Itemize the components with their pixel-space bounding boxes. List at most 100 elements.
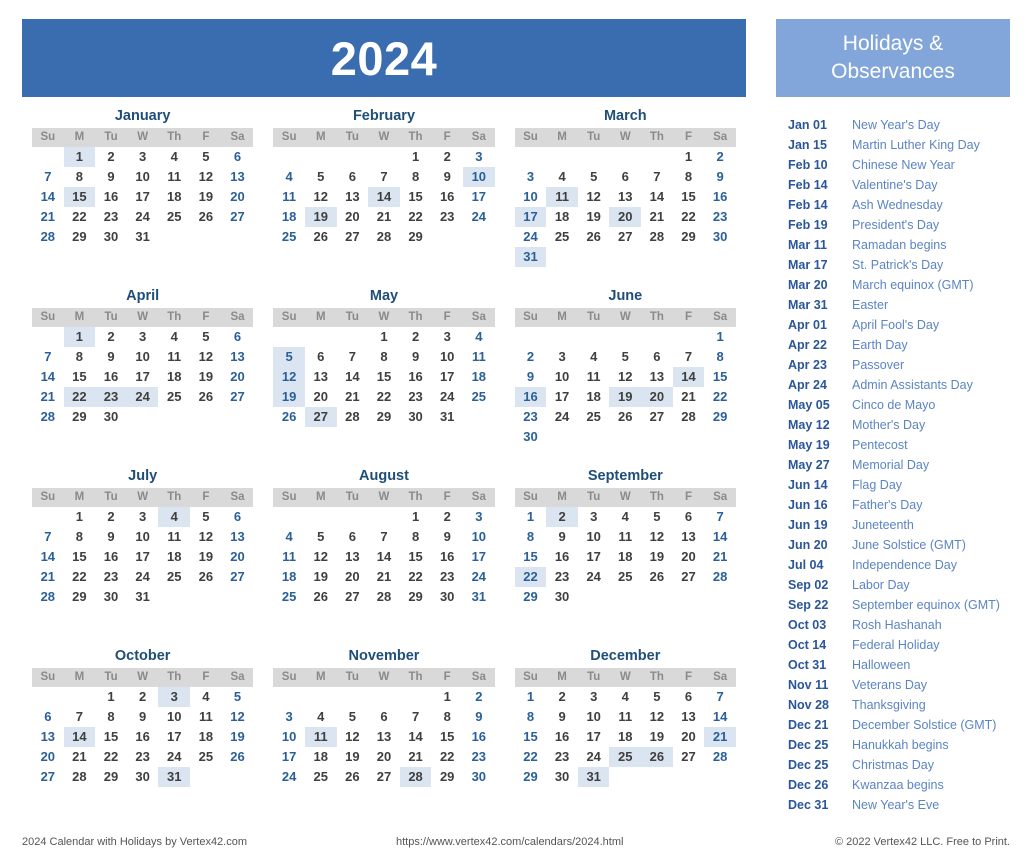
week-row: 14 15 16 17 18 19 20 (32, 186, 253, 207)
day-cell: 12 (345, 728, 360, 744)
day-cell-holiday: 31 (158, 766, 191, 787)
day-cell-empty (546, 147, 578, 167)
holiday-name: St. Patrick's Day (852, 258, 944, 272)
weekday-header-th: Th (158, 667, 191, 687)
day-cell: 4 (621, 688, 629, 704)
day-cell-empty (158, 587, 190, 607)
holiday-date: Dec 31 (788, 798, 829, 812)
holiday-date: Jan 01 (788, 118, 827, 132)
day-cell: 31 (439, 408, 455, 424)
holiday-name: June Solstice (GMT) (852, 538, 966, 552)
holiday-item: Apr 01 April Fool's Day (788, 318, 1010, 338)
day-cell-empty (578, 427, 610, 447)
footer-copyright: © 2022 Vertex42 LLC. Free to Print. (834, 836, 1010, 848)
weekday-header-sa: Sa (704, 127, 736, 147)
day-cell: 8 (75, 348, 84, 364)
day-cell: 3 (475, 508, 483, 524)
footer-url[interactable]: https://www.vertex42.com/calendars/2024.… (396, 836, 623, 848)
day-cell: 16 (471, 728, 487, 744)
month-table: Su M Tu W Th F Sa 1 2 3 4 5 6 7 8 9 10 11 12 13 14 15 16 17 18 19… (273, 127, 495, 247)
holiday-name: Christmas Day (852, 758, 934, 772)
holiday-item: Apr 22 Earth Day (788, 338, 1010, 358)
week-row: 10 11 12 13 14 15 16 (273, 726, 494, 747)
day-cell: 18 (167, 548, 182, 564)
day-cell: 8 (411, 528, 420, 544)
day-cell: 7 (716, 688, 724, 704)
day-cell: 12 (198, 348, 214, 364)
day-cell: 13 (681, 528, 696, 544)
day-cell: 29 (712, 408, 728, 424)
day-cell: 31 (135, 588, 150, 604)
month-april: April Su M Tu W Th F Sa 1 2 3 4 5 6 7 8 9 10 11 12 13 14 15 16 1… (22, 288, 263, 469)
day-cell: 4 (285, 528, 293, 544)
day-cell: 30 (103, 588, 119, 604)
weekday-header-th: Th (158, 307, 191, 327)
day-cell: 15 (439, 728, 455, 744)
day-cell: 9 (107, 168, 115, 184)
day-cell-holiday: 31 (514, 246, 547, 267)
week-row: 1 2 3 (273, 507, 494, 527)
week-row: 28 29 30 31 (32, 227, 253, 247)
weekday-header-row: Su M Tu W Th F Sa (273, 307, 495, 327)
day-cell: 16 (103, 188, 119, 204)
holiday-item: Oct 31 Halloween (788, 658, 1010, 678)
holiday-item: Jun 19 Juneteenth (788, 518, 1010, 538)
month-march: March Su M Tu W Th F Sa 1 2 3 4 5 6 7 8 9 10 11 12 13 14 15 16 1… (505, 108, 746, 289)
month-name: August (359, 468, 409, 484)
weekday-header-sa: Sa (462, 127, 495, 147)
day-cell-empty (463, 227, 495, 247)
day-cell: 6 (684, 688, 693, 704)
month-january: January Su M Tu W Th F Sa 1 2 3 4 5 6 7 8 9 10 11 12 13 14 15 1… (22, 108, 263, 289)
day-cell: 10 (471, 528, 487, 544)
day-cell: 13 (376, 728, 392, 744)
day-cell: 24 (471, 208, 487, 224)
day-cell-holiday: 3 (158, 686, 191, 707)
day-cell-empty (368, 147, 400, 167)
day-cell: 16 (712, 188, 728, 204)
holiday-date: Feb 10 (788, 158, 828, 172)
day-cell: 21 (40, 208, 56, 224)
holiday-date: Dec 26 (788, 778, 829, 792)
day-cell: 26 (313, 588, 328, 604)
holiday-item: Feb 10 Chinese New Year (788, 158, 1010, 178)
day-cell: 9 (139, 708, 147, 724)
day-cell-empty (641, 767, 673, 787)
day-cell: 1 (526, 688, 535, 704)
holiday-date: Oct 03 (788, 618, 827, 632)
holiday-name: Pentecost (852, 438, 908, 452)
day-cell: 8 (443, 708, 451, 724)
holiday-name: Labor Day (852, 578, 910, 592)
day-cell: 10 (523, 188, 538, 204)
weekday-header-th: Th (399, 487, 432, 507)
holiday-item: Dec 31 New Year's Eve (788, 798, 1010, 818)
holidays-sidebar: Holidays & Observances Jan 01 New Year's … (776, 19, 1010, 818)
day-cell-empty (190, 407, 222, 427)
day-cell: 4 (475, 328, 483, 344)
holiday-name: Ramadan begins (852, 238, 947, 252)
week-row: 12 3 4 5 6 (32, 326, 253, 347)
day-cell: 23 (523, 408, 538, 424)
holiday-date: Nov 28 (788, 698, 829, 712)
weekday-header-th: Th (158, 487, 191, 507)
day-cell: 27 (681, 568, 696, 584)
week-row: 31 (514, 246, 736, 267)
day-cell: 25 (313, 768, 328, 784)
weekday-header-su: Su (32, 307, 64, 327)
day-cell: 10 (135, 528, 150, 544)
month-table: Su M Tu W Th F Sa 1 2 3 4 5 6 7 8 9 10 11 12 13 14 15 16 17 18 19… (514, 127, 736, 267)
week-row: 25 26 27 28 29 (273, 227, 494, 247)
day-cell-empty (337, 147, 369, 167)
day-cell: 12 (313, 548, 328, 564)
holiday-item: Feb 14 Ash Wednesday (788, 198, 1010, 218)
day-cell: 30 (135, 768, 150, 784)
holiday-date: Dec 21 (788, 718, 829, 732)
day-cell-empty (704, 767, 736, 787)
holiday-item: Dec 21 December Solstice (GMT) (788, 718, 1010, 738)
weekday-header-m: M (63, 307, 96, 327)
day-cell: 18 (281, 208, 297, 224)
day-cell-empty (368, 687, 400, 707)
day-cell: 21 (40, 388, 56, 404)
month-november: November Su M Tu W Th F Sa 1 2 3 4 5 6 7 8 9 10 11 12 13 14 15… (263, 648, 504, 829)
holiday-name: President's Day (852, 218, 940, 232)
day-cell: 14 (649, 188, 665, 204)
